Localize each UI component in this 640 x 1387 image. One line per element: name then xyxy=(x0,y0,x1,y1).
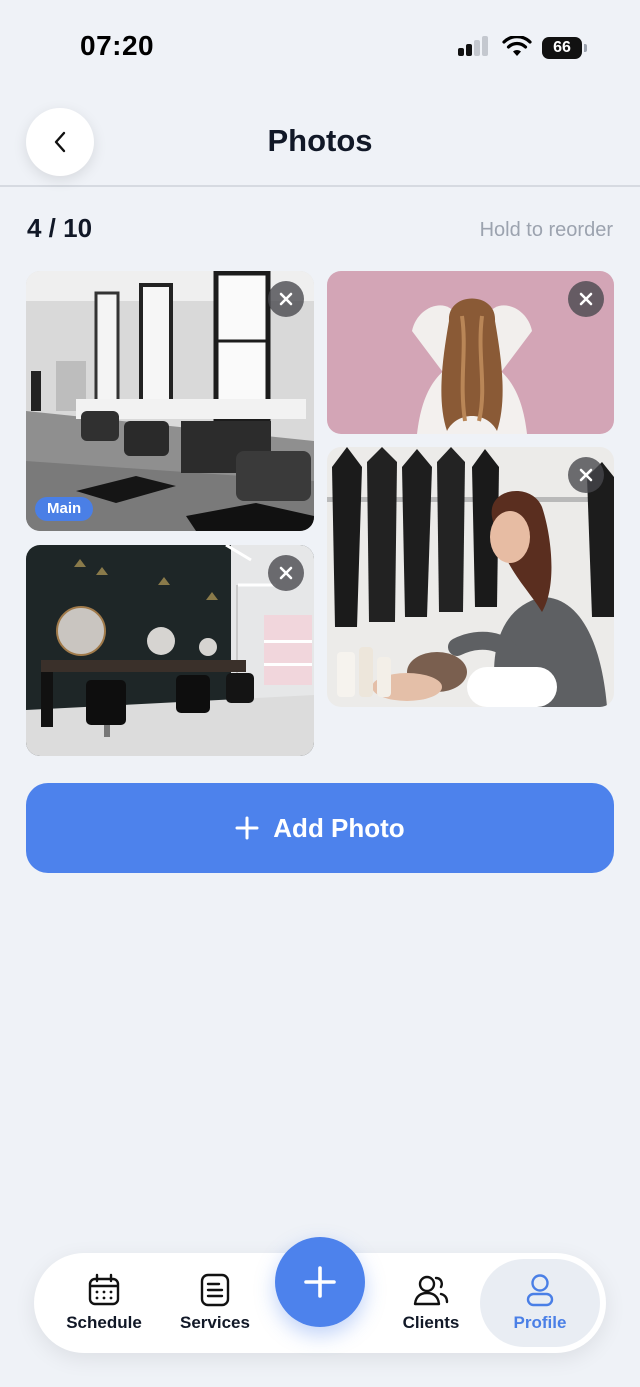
nav-item-schedule[interactable]: Schedule xyxy=(49,1253,159,1353)
add-photo-button[interactable]: Add Photo xyxy=(26,783,614,873)
photo-tile-3[interactable] xyxy=(26,545,314,756)
person-icon xyxy=(526,1274,554,1307)
add-photo-label: Add Photo xyxy=(273,812,405,843)
close-icon xyxy=(279,292,293,306)
nav-label-services: Services xyxy=(180,1313,250,1332)
wifi-icon xyxy=(502,36,532,56)
calendar-icon xyxy=(88,1273,120,1306)
battery-indicator: 66 xyxy=(542,37,582,59)
nav-label-clients: Clients xyxy=(402,1313,460,1332)
photo-count: 4 / 10 xyxy=(27,213,93,243)
nav-item-profile[interactable]: Profile xyxy=(480,1259,600,1347)
photo-tile-2[interactable] xyxy=(327,271,614,434)
nav-item-services[interactable]: Services xyxy=(160,1253,270,1353)
close-icon xyxy=(579,468,593,482)
status-bar: 07:20 66 xyxy=(0,0,640,95)
remove-photo-button[interactable] xyxy=(268,281,304,317)
plus-icon xyxy=(304,1266,336,1298)
add-fab-button[interactable] xyxy=(275,1237,365,1327)
page-title: Photos xyxy=(267,123,373,158)
plus-icon xyxy=(235,816,259,840)
close-icon xyxy=(279,566,293,580)
battery-nub xyxy=(584,44,587,52)
main-badge: Main xyxy=(35,497,94,521)
nav-label-schedule: Schedule xyxy=(66,1313,142,1332)
reorder-hint: Hold to reorder xyxy=(479,219,613,241)
nav-label-profile: Profile xyxy=(513,1313,567,1332)
nav-item-clients[interactable]: Clients xyxy=(376,1253,486,1353)
remove-photo-button[interactable] xyxy=(568,457,604,493)
close-icon xyxy=(579,292,593,306)
header: Photos xyxy=(0,95,640,187)
status-time: 07:20 xyxy=(80,30,155,61)
photo-tile-4[interactable] xyxy=(327,447,614,707)
users-icon xyxy=(413,1275,449,1306)
list-icon xyxy=(200,1273,230,1307)
remove-photo-button[interactable] xyxy=(568,281,604,317)
photo-tile-1[interactable]: Main xyxy=(26,271,314,531)
signal-icon xyxy=(458,36,492,60)
remove-photo-button[interactable] xyxy=(268,555,304,591)
